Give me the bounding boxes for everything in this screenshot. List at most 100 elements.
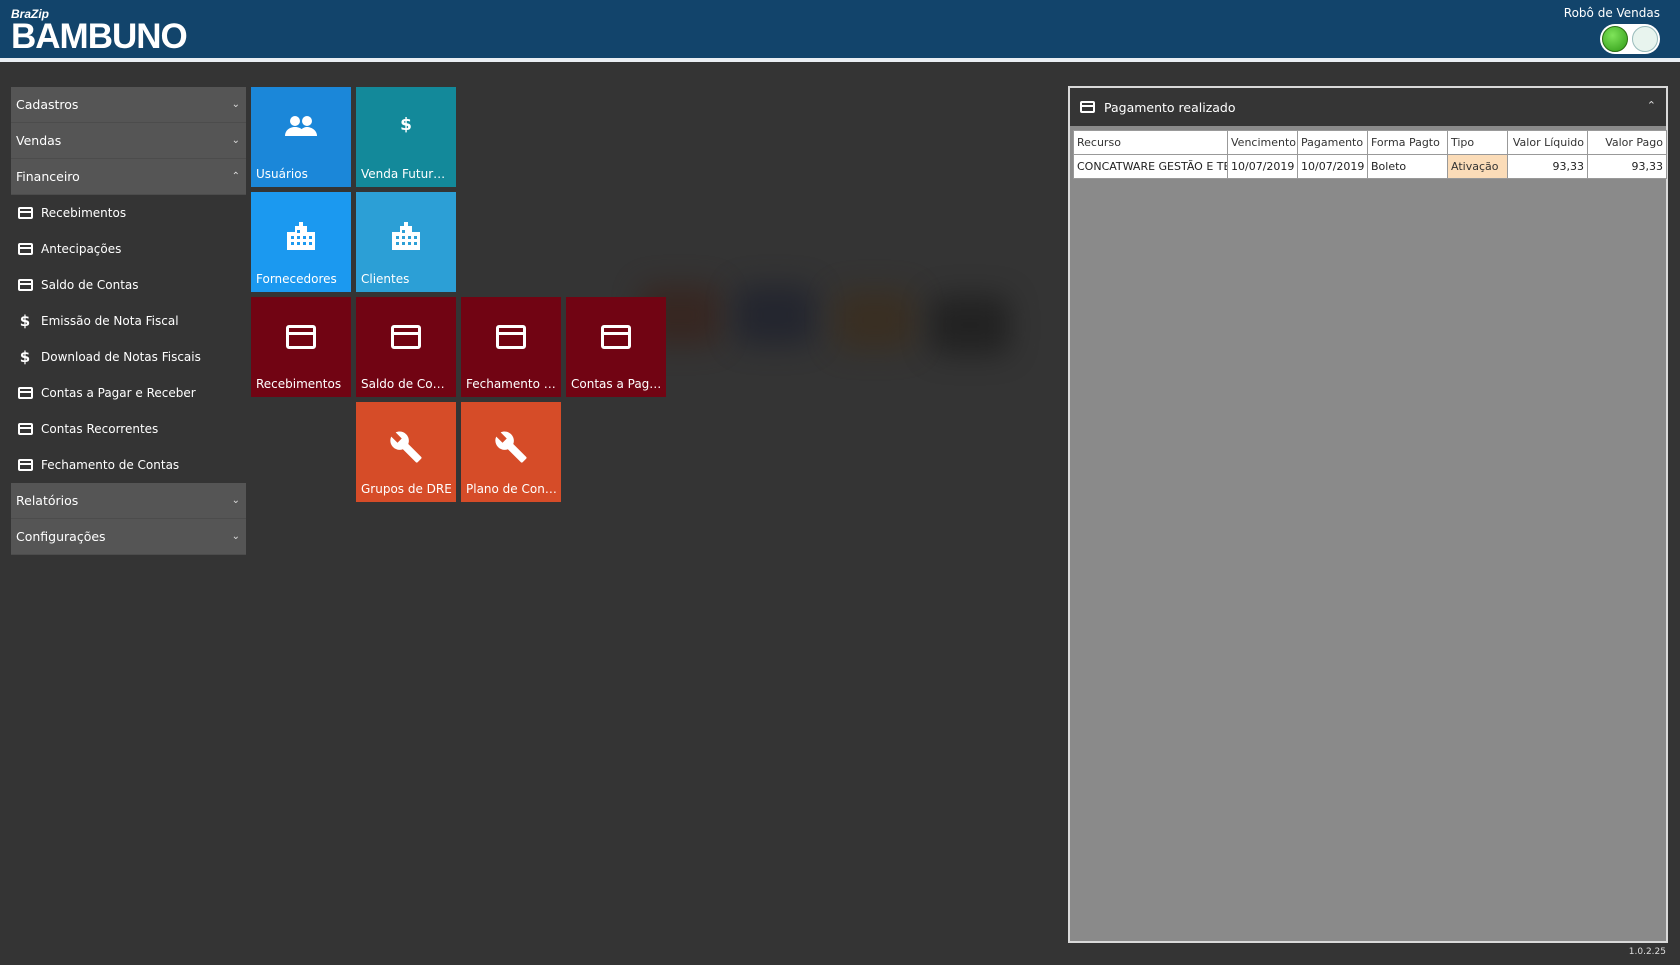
tile-plano-contas[interactable]: Plano de Contas <box>461 402 561 502</box>
sidebar-menu: Cadastros ⌄ Vendas ⌄ Financeiro ⌃ Recebi… <box>11 87 246 555</box>
panel-header: Pagamento realizado ⌃ <box>1070 88 1666 126</box>
tile-label: Plano de Contas <box>466 482 557 496</box>
status-on-indicator[interactable] <box>1602 26 1628 52</box>
users-icon <box>251 115 351 137</box>
panel-title: Pagamento realizado <box>1104 99 1236 115</box>
tile-label: Contas a Pagar... <box>571 377 662 391</box>
robo-vendas-label: Robô de Vendas <box>1563 6 1660 20</box>
table-cell: 10/07/2019 <box>1297 154 1368 179</box>
card-icon <box>17 205 33 221</box>
card-icon <box>17 385 33 401</box>
tile-recebimentos[interactable]: Recebimentos <box>251 297 351 397</box>
dollar-icon: $ <box>19 312 31 330</box>
column-header[interactable]: Vencimento <box>1227 130 1298 155</box>
table-cell: 93,33 <box>1507 154 1588 179</box>
card-icon <box>566 325 666 349</box>
tile-label: Usuários <box>256 167 308 181</box>
wrench-icon <box>356 430 456 464</box>
sidebar-group-cadastros[interactable]: Cadastros ⌄ <box>11 87 246 123</box>
card-icon <box>251 325 351 349</box>
tile-label: Recebimentos <box>256 377 342 391</box>
tile-venda-futura[interactable]: $ Venda Futura C... <box>356 87 456 187</box>
sidebar-item-label: Contas a Pagar e Receber <box>41 386 196 400</box>
version-label: 1.0.2.25 <box>1628 947 1666 957</box>
payments-table: Recurso Vencimento Pagamento Forma Pagto… <box>1073 130 1667 179</box>
tile-label: Venda Futura C... <box>361 167 452 181</box>
wrench-icon <box>461 430 561 464</box>
sidebar-item-recebimentos[interactable]: Recebimentos <box>11 195 246 231</box>
sidebar-item-emissao-nota-fiscal[interactable]: $ Emissão de Nota Fiscal <box>11 303 246 339</box>
table-cell: 93,33 <box>1587 154 1667 179</box>
column-header[interactable]: Pagamento <box>1297 130 1368 155</box>
sidebar-group-configuracoes[interactable]: Configurações ⌄ <box>11 519 246 555</box>
table-cell: Boleto <box>1367 154 1448 179</box>
card-icon <box>17 241 33 257</box>
tile-contas-pagar[interactable]: Contas a Pagar... <box>566 297 666 397</box>
robo-vendas-toggle[interactable] <box>1600 24 1660 54</box>
sidebar-group-financeiro[interactable]: Financeiro ⌃ <box>11 159 246 195</box>
sidebar-item-label: Contas Recorrentes <box>41 422 159 436</box>
sidebar-item-antecipacoes[interactable]: Antecipações <box>11 231 246 267</box>
building-icon <box>251 220 351 250</box>
tile-label: Fornecedores <box>256 272 337 286</box>
background-blur <box>930 295 1010 355</box>
sidebar-item-contas-recorrentes[interactable]: Contas Recorrentes <box>11 411 246 447</box>
chevron-down-icon: ⌄ <box>231 135 240 146</box>
chevron-down-icon: ⌄ <box>231 99 240 110</box>
app-header: BraZip BAMBUNO Robô de Vendas <box>0 0 1680 62</box>
sidebar-item-label: Antecipações <box>41 242 122 256</box>
tile-usuarios[interactable]: Usuários <box>251 87 351 187</box>
tile-clientes[interactable]: Clientes <box>356 192 456 292</box>
sidebar-group-label: Financeiro <box>16 169 80 184</box>
sidebar-item-label: Fechamento de Contas <box>41 458 180 472</box>
sidebar-item-label: Emissão de Nota Fiscal <box>41 314 179 328</box>
sidebar-item-saldo-contas[interactable]: Saldo de Contas <box>11 267 246 303</box>
brand-big-text: BAMBUNO <box>11 17 188 56</box>
tile-label: Fechamento d... <box>466 377 557 391</box>
table-row[interactable]: CONCATWARE GESTÃO E TEC 10/07/2019 10/07… <box>1073 154 1667 179</box>
sidebar-group-label: Relatórios <box>16 493 79 508</box>
sidebar-item-contas-pagar-receber[interactable]: Contas a Pagar e Receber <box>11 375 246 411</box>
status-off-indicator[interactable] <box>1632 26 1658 52</box>
card-icon <box>17 277 33 293</box>
dollar-icon: $ <box>400 115 412 135</box>
chevron-up-icon[interactable]: ⌃ <box>1647 99 1656 112</box>
sidebar-group-label: Cadastros <box>16 97 79 112</box>
background-blur <box>835 290 915 350</box>
table-cell: 10/07/2019 <box>1227 154 1298 179</box>
column-header[interactable]: Tipo <box>1447 130 1508 155</box>
column-header[interactable]: Forma Pagto <box>1367 130 1448 155</box>
column-header[interactable]: Recurso <box>1073 130 1228 155</box>
sidebar-group-vendas[interactable]: Vendas ⌄ <box>11 123 246 159</box>
sidebar-item-label: Download de Notas Fiscais <box>41 350 201 364</box>
payment-panel: Pagamento realizado ⌃ Recurso Vencimento… <box>1068 86 1668 943</box>
tile-saldo-contas[interactable]: Saldo de Contas <box>356 297 456 397</box>
chevron-down-icon: ⌄ <box>231 495 240 506</box>
tile-label: Clientes <box>361 272 410 286</box>
sidebar-item-label: Saldo de Contas <box>41 278 139 292</box>
chevron-up-icon: ⌃ <box>231 171 240 182</box>
table-header-row: Recurso Vencimento Pagamento Forma Pagto… <box>1073 130 1667 155</box>
sidebar-group-relatorios[interactable]: Relatórios ⌄ <box>11 483 246 519</box>
table-cell: CONCATWARE GESTÃO E TEC <box>1073 154 1228 179</box>
background-blur <box>735 285 815 345</box>
column-header[interactable]: Valor Líquido <box>1507 130 1588 155</box>
card-icon <box>17 421 33 437</box>
card-icon <box>17 457 33 473</box>
table-cell: Ativação <box>1447 154 1508 179</box>
sidebar-group-label: Vendas <box>16 133 62 148</box>
card-icon <box>1079 99 1095 115</box>
tile-fechamento[interactable]: Fechamento d... <box>461 297 561 397</box>
sidebar-item-download-notas[interactable]: $ Download de Notas Fiscais <box>11 339 246 375</box>
robo-vendas: Robô de Vendas <box>1564 6 1660 56</box>
card-icon <box>356 325 456 349</box>
column-header[interactable]: Valor Pago <box>1587 130 1667 155</box>
brand-logo[interactable]: BraZip BAMBUNO <box>11 8 188 56</box>
tile-fornecedores[interactable]: Fornecedores <box>251 192 351 292</box>
chevron-down-icon: ⌄ <box>231 531 240 542</box>
sidebar-item-fechamento-contas[interactable]: Fechamento de Contas <box>11 447 246 483</box>
tile-grupos-dre[interactable]: Grupos de DRE <box>356 402 456 502</box>
tile-label: Saldo de Contas <box>361 377 452 391</box>
card-icon <box>461 325 561 349</box>
sidebar-group-label: Configurações <box>16 529 106 544</box>
